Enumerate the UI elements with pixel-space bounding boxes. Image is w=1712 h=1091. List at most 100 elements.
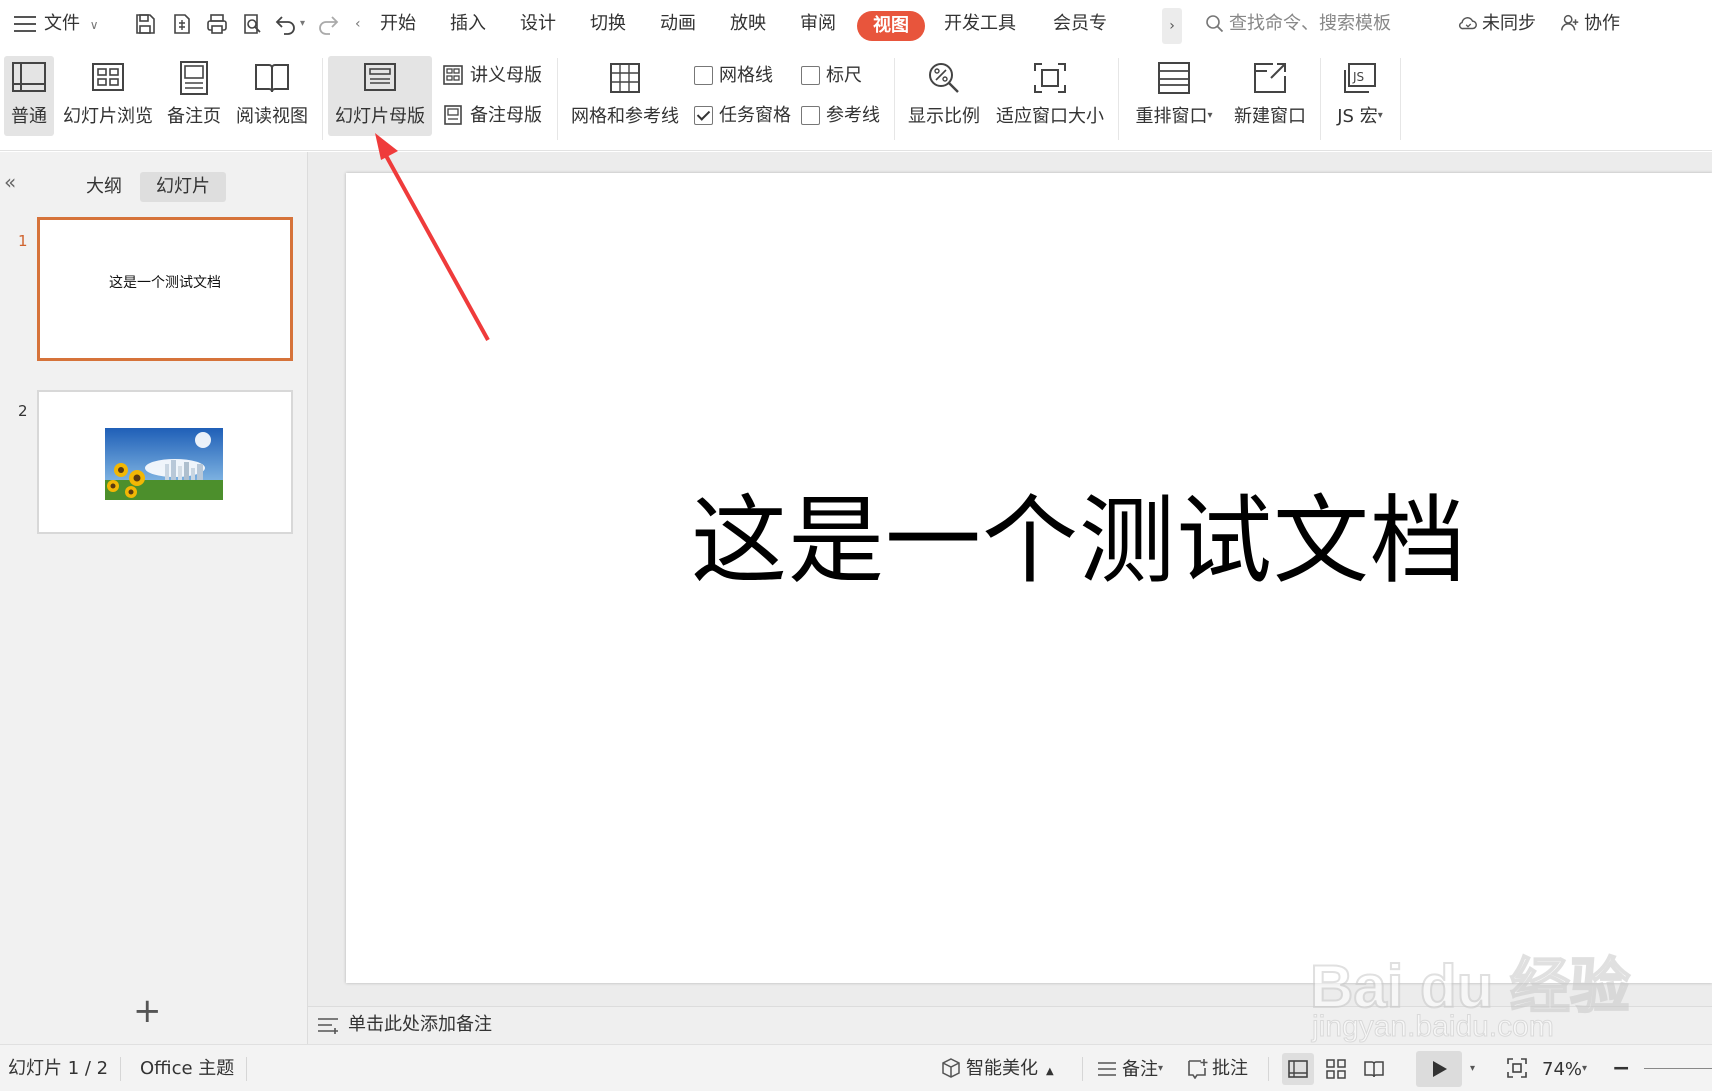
theme-name[interactable]: Office 主题 [140, 1045, 234, 1091]
notes-icon [1098, 1062, 1116, 1076]
slide-counter: 幻灯片 1 / 2 [8, 1058, 109, 1079]
collaborate-button[interactable]: 协作 [1559, 0, 1620, 48]
js-macro-dropdown-icon: ▾ [1377, 110, 1383, 121]
tab-transitions[interactable]: 切换 [590, 0, 626, 48]
normal-view-icon [12, 62, 46, 92]
grid-guides-button[interactable]: 网格和参考线 [566, 56, 684, 136]
gridlines-checkbox[interactable]: 网格线 [694, 62, 773, 90]
watermark-url: jingyan.baidu.com [1312, 1010, 1555, 1044]
normal-view-small-icon [1288, 1060, 1308, 1078]
beautify-caret-icon: ▲ [1046, 1066, 1054, 1077]
normal-view-status-button[interactable] [1282, 1053, 1314, 1085]
zoom-slider[interactable] [1644, 1045, 1712, 1091]
tab-developer[interactable]: 开发工具 [944, 0, 1016, 48]
hamburger-menu-icon[interactable] [14, 16, 36, 32]
notes-toggle-button[interactable]: 备注▾ [1096, 1045, 1163, 1091]
slide-number: 2 [18, 402, 28, 420]
more-quick-icon[interactable]: ‹ [355, 0, 361, 48]
undo-icon[interactable] [274, 12, 298, 36]
ribbon-separator [1118, 58, 1119, 140]
slide-master-button[interactable]: 幻灯片母版 [328, 56, 432, 136]
ribbon-separator [894, 58, 895, 140]
sorter-view-status-button[interactable] [1320, 1053, 1352, 1085]
comments-label: 批注 [1212, 1058, 1248, 1079]
handout-master-icon [443, 65, 463, 85]
tabs-scroll-right-icon[interactable]: › [1162, 8, 1182, 44]
book-small-icon [1364, 1061, 1384, 1078]
zoom-value: 74% [1542, 1059, 1583, 1080]
zoom-slider-track [1644, 1068, 1712, 1069]
add-slide-button[interactable]: + [133, 994, 162, 1028]
collapse-panel-icon[interactable]: « [4, 170, 16, 194]
command-search[interactable]: 查找命令、搜索模板 [1205, 0, 1391, 48]
status-separator [246, 1057, 247, 1081]
notes-lines-icon [318, 1018, 338, 1034]
status-bar: 幻灯片 1 / 2 Office 主题 智能美化 ▲ 备注▾ 批注 ▾ 74%▾ … [0, 1044, 1712, 1091]
slide-title[interactable]: 这是一个测试文档 [346, 463, 1712, 602]
play-slideshow-button[interactable] [1416, 1051, 1462, 1087]
zoom-level[interactable]: 74%▾ [1542, 1045, 1587, 1091]
sync-status-button[interactable]: 未同步 [1457, 0, 1536, 48]
slide-thumbnail-1[interactable]: 这是一个测试文档 [37, 217, 293, 361]
grid-icon [610, 63, 640, 93]
tab-home[interactable]: 开始 [380, 0, 416, 48]
current-slide[interactable]: 这是一个测试文档 [346, 173, 1712, 983]
fit-window-button[interactable]: 适应窗口大小 [992, 56, 1108, 136]
ruler-label: 标尺 [826, 65, 862, 86]
thumbnail-title: 这是一个测试文档 [109, 275, 221, 291]
tab-design[interactable]: 设计 [520, 0, 556, 48]
smart-beautify-button[interactable]: 智能美化 ▲ [940, 1045, 1054, 1091]
print-icon[interactable] [205, 12, 229, 36]
zoom-button[interactable]: 显示比例 [904, 56, 984, 136]
arrange-windows-button[interactable]: 重排窗口▾ [1128, 56, 1220, 136]
tab-insert[interactable]: 插入 [450, 0, 486, 48]
handout-master-button[interactable]: 讲义母版 [442, 62, 542, 90]
zoom-out-button[interactable]: − [1612, 1045, 1630, 1091]
tab-view[interactable]: 视图 [857, 11, 925, 41]
cube-icon [942, 1058, 960, 1078]
status-separator [1082, 1057, 1083, 1081]
arrange-windows-icon [1158, 62, 1190, 94]
fit-window-label: 适应窗口大小 [996, 106, 1104, 127]
tab-slideshow[interactable]: 放映 [730, 0, 766, 48]
slide-sorter-label: 幻灯片浏览 [63, 106, 153, 127]
fit-slide-button[interactable] [1506, 1045, 1532, 1091]
ribbon-separator [557, 58, 558, 140]
js-macro-button[interactable]: JS JS 宏▾ [1328, 56, 1392, 136]
zoom-icon [929, 63, 959, 93]
chevron-down-icon: ∨ [89, 18, 99, 32]
comments-button[interactable]: 批注 [1186, 1045, 1248, 1091]
zoom-label: 显示比例 [908, 106, 980, 127]
slide-thumbnail-2[interactable] [37, 390, 293, 534]
tab-slides[interactable]: 幻灯片 [140, 172, 226, 202]
reading-view-status-button[interactable] [1358, 1053, 1390, 1085]
redo-icon[interactable] [316, 12, 340, 36]
reading-view-button[interactable]: 阅读视图 [232, 56, 312, 136]
task-pane-checkbox[interactable]: 任务窗格 [694, 102, 791, 130]
play-dropdown-icon[interactable]: ▾ [1470, 1045, 1475, 1091]
ribbon-separator [1400, 58, 1401, 140]
gridlines-label: 网格线 [719, 65, 773, 86]
grid-guides-label: 网格和参考线 [571, 106, 679, 127]
ruler-checkbox[interactable]: 标尺 [801, 62, 862, 90]
tab-review[interactable]: 审阅 [800, 0, 836, 48]
undo-dropdown-icon[interactable]: ▾ [300, 0, 305, 48]
notes-master-icon [444, 105, 462, 125]
save-icon[interactable] [133, 12, 157, 36]
guides-checkbox[interactable]: 参考线 [801, 102, 880, 130]
new-window-icon [1254, 63, 1286, 93]
js-macro-icon: JS [1344, 63, 1376, 93]
normal-view-button[interactable]: 普通 [4, 56, 54, 136]
tab-outline[interactable]: 大纲 [70, 172, 138, 202]
slide-sorter-button[interactable]: 幻灯片浏览 [60, 56, 156, 136]
new-window-button[interactable]: 新建窗口 [1228, 56, 1312, 136]
slide-number: 1 [18, 232, 28, 250]
notes-master-button[interactable]: 备注母版 [442, 102, 542, 130]
notes-page-button[interactable]: 备注页 [162, 56, 226, 136]
tab-member[interactable]: 会员专 [1053, 0, 1161, 48]
print-preview-icon[interactable] [240, 12, 264, 36]
file-menu[interactable]: 文件 ∨ [44, 0, 99, 48]
search-icon [1206, 15, 1224, 33]
export-pdf-icon[interactable] [170, 12, 194, 36]
tab-animations[interactable]: 动画 [660, 0, 696, 48]
